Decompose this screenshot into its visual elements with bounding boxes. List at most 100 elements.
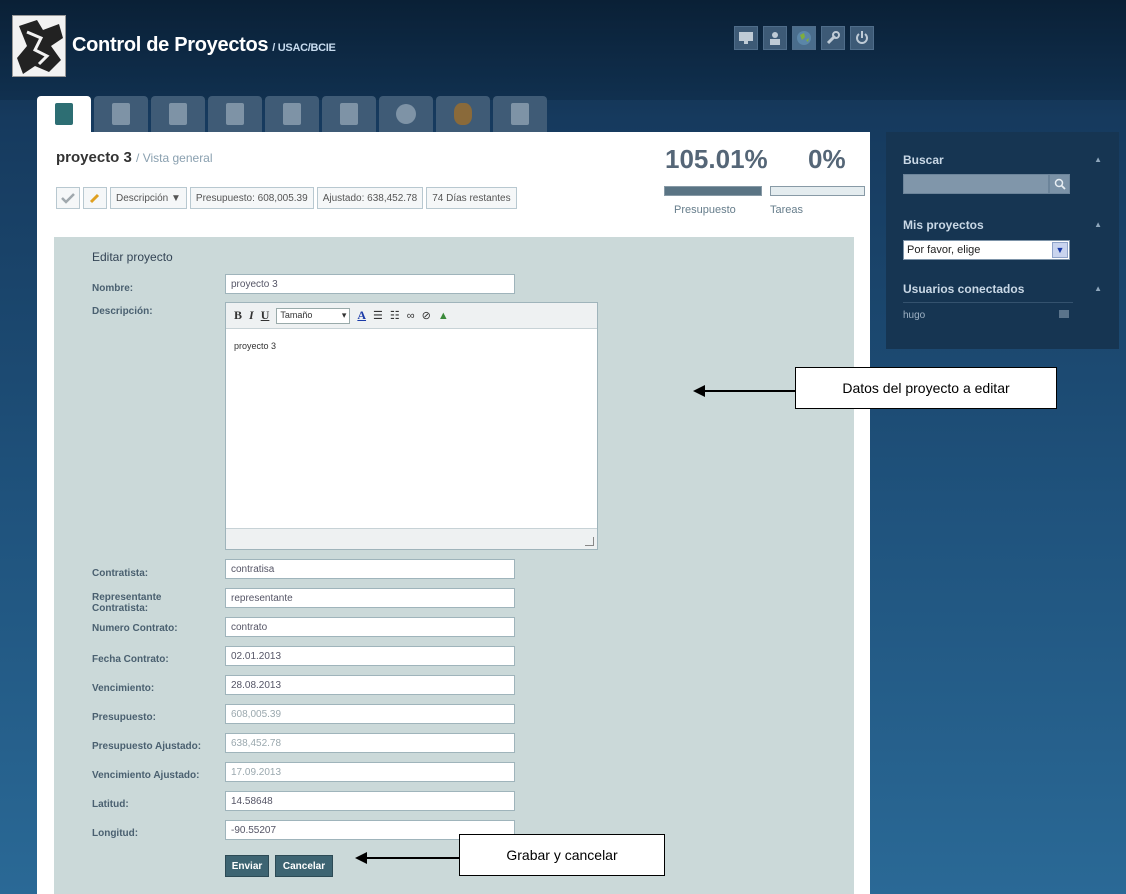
budget-label: Presupuesto — [674, 204, 736, 216]
search-input[interactable] — [903, 174, 1049, 194]
tab-files[interactable] — [265, 96, 319, 132]
clock-icon — [396, 104, 416, 124]
calendar-icon — [112, 103, 130, 125]
project-name: proyecto 3 — [56, 149, 132, 166]
passport-icon — [55, 103, 73, 125]
editor-content[interactable]: proyecto 3 — [226, 329, 597, 363]
font-size-value: Tamaño — [280, 309, 313, 320]
image-icon[interactable]: ▲ — [438, 310, 449, 322]
callout-data: Datos del proyecto a editar — [795, 367, 1057, 409]
numero-contrato-label: Numero Contrato: — [92, 623, 178, 634]
search-icon — [1054, 178, 1066, 190]
font-color-button[interactable]: A — [357, 308, 366, 323]
fecha-contrato-input[interactable]: 02.01.2013 — [225, 646, 515, 666]
callout-save: Grabar y cancelar — [459, 834, 665, 876]
link-icon[interactable]: ∞ — [407, 310, 415, 322]
right-sidebar: Buscar ▲ Mis proyectos ▲ Por favor, elig… — [886, 132, 1119, 349]
money-bag-icon — [454, 103, 472, 125]
check-icon — [61, 193, 75, 204]
collapse-triangle-icon[interactable]: ▲ — [1094, 220, 1102, 229]
app-title-text: Control de Proyectos — [72, 34, 269, 56]
online-user[interactable]: hugo — [903, 310, 925, 321]
users-title: Usuarios conectados — [903, 282, 1025, 296]
latitud-input[interactable]: 14.58648 — [225, 791, 515, 811]
top-icon-bar — [734, 26, 874, 50]
budget-progress-fill — [665, 187, 761, 195]
presupuesto-input: 608,005.39 — [225, 704, 515, 724]
main-content: proyecto 3 / Vista general Descripción ▼… — [37, 132, 870, 894]
contratista-input[interactable]: contratisa — [225, 559, 515, 579]
chevron-down-icon: ▼ — [1052, 242, 1068, 258]
arrow-line — [366, 857, 460, 859]
contratista-label: Contratista: — [92, 568, 149, 579]
days-left-badge: 74 Días restantes — [426, 187, 517, 209]
presupuesto-label: Presupuesto: — [92, 712, 156, 723]
descripcion-label: Descripción: — [92, 306, 153, 317]
search-button[interactable] — [1049, 174, 1070, 194]
budget-percent: 105.01% — [665, 144, 768, 174]
resize-grip-icon[interactable] — [585, 537, 594, 546]
underline-button[interactable]: U — [261, 308, 270, 323]
list-icon — [169, 103, 187, 125]
tab-edit[interactable] — [208, 96, 262, 132]
longitud-label: Longitud: — [92, 828, 139, 839]
vencimiento-ajustado-label: Vencimiento Ajustado: — [92, 770, 200, 781]
contact-icon — [340, 103, 358, 125]
pencil-icon — [226, 103, 244, 125]
tab-calendar[interactable] — [94, 96, 148, 132]
arrow-line — [704, 390, 796, 392]
cancel-button[interactable]: Cancelar — [275, 855, 333, 877]
fecha-contrato-label: Fecha Contrato: — [92, 654, 169, 665]
submit-button[interactable]: Enviar — [225, 855, 269, 877]
globe-icon[interactable] — [792, 26, 816, 50]
projects-select[interactable]: Por favor, elige ▼ — [903, 240, 1070, 260]
bullet-list-icon[interactable]: ☰ — [373, 309, 383, 322]
description-editor[interactable]: B I U Tamaño ▾ A ☰ ☷ ∞ ⊘ ▲ proyecto 3 — [225, 302, 598, 550]
edit-project-panel: Editar proyecto Nombre: proyecto 3 Descr… — [54, 237, 854, 894]
monitor-icon[interactable] — [734, 26, 758, 50]
tab-contacts[interactable] — [322, 96, 376, 132]
budget-progress-bar — [664, 186, 762, 196]
panel-title: Editar proyecto — [92, 250, 173, 264]
pencil-icon — [89, 193, 100, 204]
budget-badge: Presupuesto: 608,005.39 — [189, 187, 314, 209]
italic-button[interactable]: I — [249, 308, 254, 323]
search-title: Buscar — [903, 153, 944, 167]
chat-icon[interactable] — [1059, 310, 1069, 318]
numbered-list-icon[interactable]: ☷ — [390, 309, 400, 322]
bold-button[interactable]: B — [234, 308, 242, 323]
collapse-triangle-icon[interactable]: ▲ — [1094, 284, 1102, 293]
font-size-select[interactable]: Tamaño ▾ — [276, 307, 351, 324]
wrench-icon[interactable] — [821, 26, 845, 50]
description-button[interactable]: Descripción ▼ — [110, 187, 187, 209]
project-view: / Vista general — [136, 151, 213, 165]
presupuesto-ajustado-label: Presupuesto Ajustado: — [92, 741, 202, 752]
representante-label: Representante Contratista: — [92, 592, 162, 614]
numero-contrato-input[interactable]: contrato — [225, 617, 515, 637]
edit-button[interactable] — [83, 187, 107, 209]
tab-clock[interactable] — [379, 96, 433, 132]
editor-toolbar: B I U Tamaño ▾ A ☰ ☷ ∞ ⊘ ▲ — [226, 303, 597, 329]
vencimiento-ajustado-input: 17.09.2013 — [225, 762, 515, 782]
tab-clipboard[interactable] — [493, 96, 547, 132]
power-icon[interactable] — [850, 26, 874, 50]
tasks-label: Tareas — [770, 204, 804, 216]
editor-footer — [226, 528, 597, 549]
latitud-label: Latitud: — [92, 799, 129, 810]
tab-list[interactable] — [151, 96, 205, 132]
vencimiento-input[interactable]: 28.08.2013 — [225, 675, 515, 695]
representante-input[interactable]: representante — [225, 588, 515, 608]
check-button[interactable] — [56, 187, 80, 209]
vencimiento-label: Vencimiento: — [92, 683, 155, 694]
unlink-icon[interactable]: ⊘ — [422, 309, 431, 322]
tab-overview[interactable] — [37, 96, 91, 132]
tasks-percent: 0% — [808, 144, 846, 174]
tasks-progress-bar — [770, 186, 865, 196]
collapse-triangle-icon[interactable]: ▲ — [1094, 155, 1102, 164]
nombre-input[interactable]: proyecto 3 — [225, 274, 515, 294]
tab-money[interactable] — [436, 96, 490, 132]
user-icon[interactable] — [763, 26, 787, 50]
clipboard-icon — [511, 103, 529, 125]
app-subtitle: / USAC/BCIE — [272, 42, 336, 54]
logo — [12, 15, 66, 77]
